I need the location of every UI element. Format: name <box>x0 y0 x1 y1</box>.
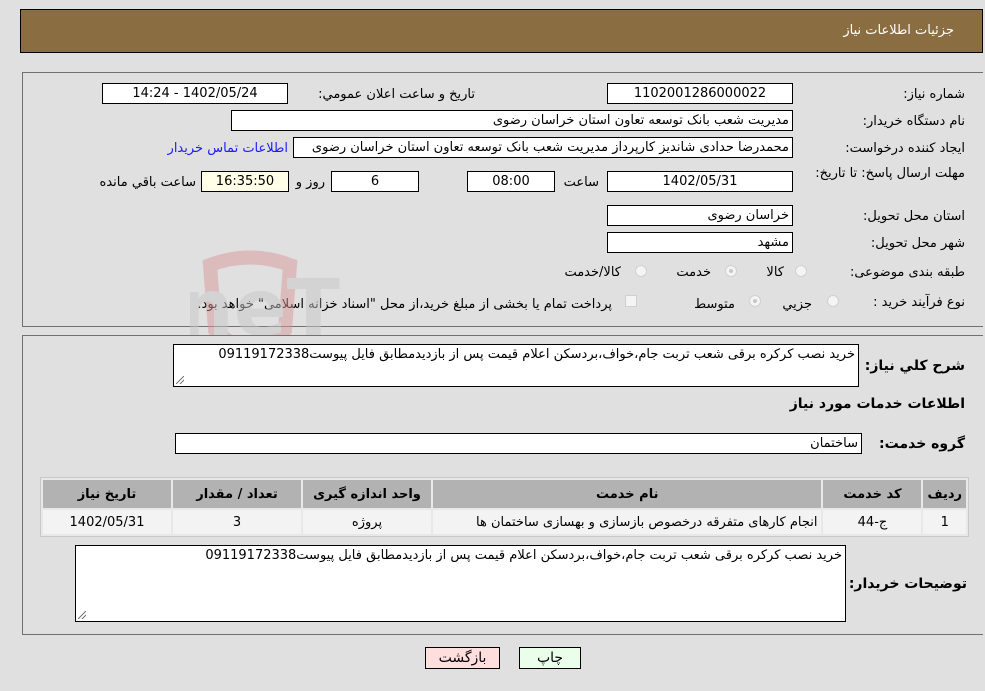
city-field[interactable]: مشهد <box>607 232 793 253</box>
service-group-field[interactable]: ساختمان <box>175 433 862 454</box>
process-radio-medium[interactable] <box>749 295 761 307</box>
buyer-notes-text: خرید نصب کرکره برقی شعب تربت جام،خواف،بر… <box>205 548 842 563</box>
services-section-title: اطلاعات خدمات مورد نیاز <box>789 396 965 412</box>
announce-datetime-field[interactable]: 1402/05/24 - 14:24 <box>102 83 288 104</box>
buyer-notes-textarea[interactable]: خرید نصب کرکره برقی شعب تربت جام،خواف،بر… <box>75 545 846 622</box>
category-option-service: خدمت <box>676 265 711 280</box>
buyer-org-label: نام دستگاه خریدار: <box>862 114 965 129</box>
province-label: استان محل تحویل: <box>863 209 965 224</box>
col-service-code: کد خدمت <box>823 480 922 508</box>
col-row-number: ردیف <box>923 480 966 508</box>
buyer-org-field[interactable]: مدیریت شعب بانک توسعه تعاون استان خراسان… <box>231 110 793 131</box>
category-label: طبقه بندی موضوعی: <box>849 265 965 280</box>
deadline-time-field[interactable]: 08:00 <box>467 171 555 192</box>
cell-quantity: 3 <box>173 510 301 534</box>
services-table: ردیف کد خدمت نام خدمت واحد اندازه گیری ت… <box>40 477 969 537</box>
treasury-payment-checkbox[interactable] <box>625 295 637 307</box>
cell-need-date: 1402/05/31 <box>43 510 171 534</box>
days-label: روز و <box>295 175 325 190</box>
cell-service-code: ج-44 <box>823 510 922 534</box>
category-radio-goods[interactable] <box>795 265 807 277</box>
col-quantity: تعداد / مقدار <box>173 480 301 508</box>
back-button[interactable]: بازگشت <box>425 647 500 669</box>
category-option-goods-service: کالا/خدمت <box>564 265 621 280</box>
buyer-notes-label: توضیحات خریدار: <box>848 576 967 592</box>
city-label: شهر محل تحویل: <box>870 236 965 251</box>
process-option-medium: متوسط <box>694 297 735 312</box>
creator-field[interactable]: محمدرضا حدادی شاندیز کارپرداز مدیریت شعب… <box>293 137 793 158</box>
category-radio-goods-service[interactable] <box>635 265 647 277</box>
cell-unit: پروژه <box>303 510 431 534</box>
cell-service-name: انجام کارهای متفرقه درخصوص بازسازی و بهس… <box>433 510 822 534</box>
deadline-time-label: ساعت <box>563 175 599 190</box>
col-service-name: نام خدمت <box>433 480 822 508</box>
resize-handle-icon[interactable] <box>176 376 184 384</box>
process-option-minor: جزیي <box>782 297 812 312</box>
remaining-time-label: ساعت باقي مانده <box>99 175 196 190</box>
table-row: 1 ج-44 انجام کارهای متفرقه درخصوص بازساز… <box>43 510 966 534</box>
page-title: جزئیات اطلاعات نیاز <box>843 23 954 38</box>
summary-label: شرح کلي نياز: <box>864 358 965 374</box>
service-group-label: گروه خدمت: <box>879 436 965 452</box>
process-radio-minor[interactable] <box>827 295 839 307</box>
deadline-date-field[interactable]: 1402/05/31 <box>607 171 793 192</box>
days-remaining-field[interactable]: 6 <box>331 171 419 192</box>
category-option-goods: کالا <box>766 265 784 280</box>
province-field[interactable]: خراسان رضوی <box>607 205 793 226</box>
need-number-field[interactable]: 1102001286000022 <box>607 83 793 104</box>
announce-label: تاریخ و ساعت اعلان عمومي: <box>318 87 475 102</box>
process-label: نوع فرآیند خرید : <box>873 295 965 310</box>
need-number-label: شماره نیاز: <box>903 87 965 102</box>
remaining-time-field[interactable]: 16:35:50 <box>201 171 289 192</box>
print-button[interactable]: چاپ <box>519 647 581 669</box>
col-unit: واحد اندازه گیری <box>303 480 431 508</box>
category-radio-service[interactable] <box>725 265 737 277</box>
cell-row-number: 1 <box>923 510 966 534</box>
resize-handle-icon[interactable] <box>78 611 86 619</box>
page-header: جزئیات اطلاعات نیاز <box>20 9 983 53</box>
summary-text: خرید نصب کرکره برقی شعب تربت جام،خواف،بر… <box>218 347 855 362</box>
deadline-label: مهلت ارسال پاسخ: تا تاریخ: <box>815 166 965 181</box>
summary-textarea[interactable]: خرید نصب کرکره برقی شعب تربت جام،خواف،بر… <box>173 344 859 387</box>
buyer-contact-link[interactable]: اطلاعات تماس خریدار <box>168 141 288 156</box>
creator-label: ایجاد کننده درخواست: <box>845 141 965 156</box>
payment-note: پرداخت تمام یا بخشی از مبلغ خرید،از محل … <box>197 297 612 312</box>
col-need-date: تاریخ نیاز <box>43 480 171 508</box>
table-header-row: ردیف کد خدمت نام خدمت واحد اندازه گیری ت… <box>43 480 966 508</box>
